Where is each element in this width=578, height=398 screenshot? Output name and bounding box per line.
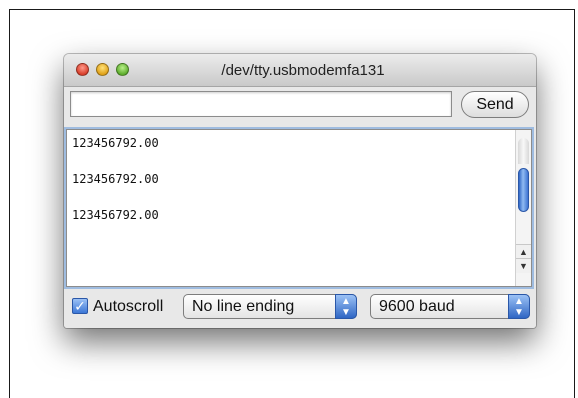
send-toolbar: Send [64,87,536,127]
scroll-up-arrow-icon[interactable]: ▲ [516,244,531,259]
status-bar: ✓ Autoscroll No line ending ▲ ▼ 9600 baud… [64,290,536,328]
output-line: 123456792.00 [72,172,159,186]
up-down-arrows-icon: ▲ ▼ [508,294,530,319]
title-bar: /dev/tty.usbmodemfa131 [64,54,536,87]
scrollbar-thumb[interactable] [518,168,529,212]
autoscroll-label[interactable]: Autoscroll [93,298,163,316]
line-ending-select[interactable]: No line ending ▲ ▼ [183,294,357,319]
scrollbar-track [518,138,529,164]
autoscroll-checkbox[interactable]: ✓ [72,298,88,314]
serial-monitor-window: /dev/tty.usbmodemfa131 Send 123456792.00… [64,54,536,328]
scroll-down-arrow-icon[interactable]: ▼ [516,258,531,273]
send-button[interactable]: Send [461,91,529,118]
baud-rate-select[interactable]: 9600 baud ▲ ▼ [370,294,530,319]
window-title: /dev/tty.usbmodemfa131 [221,62,385,79]
output-line: 123456792.00 [72,208,159,222]
baud-rate-value: 9600 baud [379,298,455,315]
output-line: 123456792.00 [72,136,159,150]
serial-output-area[interactable]: 123456792.00 123456792.00 123456792.00 ▲… [66,129,532,287]
vertical-scrollbar[interactable]: ▲ ▼ [515,130,531,286]
up-down-arrows-icon: ▲ ▼ [335,294,357,319]
checkmark-icon: ✓ [74,298,86,314]
send-input[interactable] [70,91,452,117]
line-ending-value: No line ending [192,298,295,315]
